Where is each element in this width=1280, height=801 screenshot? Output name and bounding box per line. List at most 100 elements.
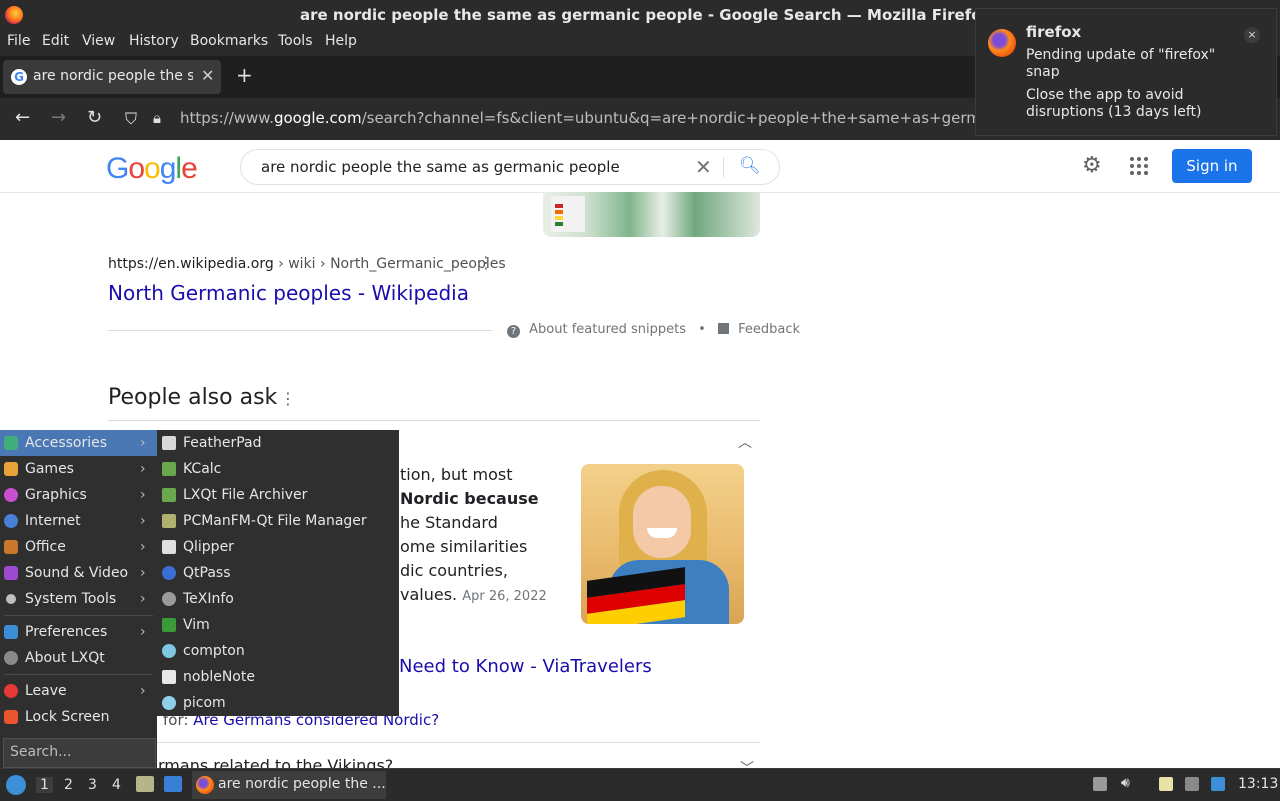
notebook-icon bbox=[162, 670, 176, 684]
url-field[interactable]: https://www.google.com/search?channel=fs… bbox=[180, 109, 980, 127]
notification-close-icon[interactable]: × bbox=[1244, 27, 1260, 43]
tab-google-search[interactable]: G are nordic people the same as germanic… bbox=[3, 60, 221, 94]
about-snippets-link[interactable]: About featured snippets bbox=[529, 322, 686, 337]
tab-close-icon[interactable]: ✕ bbox=[201, 66, 214, 85]
menu-leave[interactable]: Leave › bbox=[0, 678, 157, 704]
network-icon[interactable] bbox=[1185, 777, 1199, 791]
app-texinfo[interactable]: TeXInfo bbox=[157, 586, 399, 612]
app-qlipper[interactable]: Qlipper bbox=[157, 534, 399, 560]
menu-category-graphics[interactable]: Graphics › bbox=[0, 482, 157, 508]
new-tab-icon[interactable]: + bbox=[236, 63, 253, 87]
menu-category-accessories[interactable]: Accessories › bbox=[0, 430, 157, 456]
more-options-icon[interactable]: ⋮ bbox=[280, 389, 296, 408]
chevron-up-icon[interactable]: ︿ bbox=[738, 432, 752, 452]
search-icon[interactable]: 🔍︎ bbox=[739, 156, 761, 176]
answer-image[interactable] bbox=[581, 464, 744, 624]
search-input[interactable]: are nordic people the same as germanic p… bbox=[261, 158, 620, 176]
info-icon bbox=[162, 592, 176, 606]
file-manager-icon[interactable] bbox=[136, 776, 154, 792]
menu-about-lxqt[interactable]: About LXQt bbox=[0, 645, 157, 671]
app-file-archiver[interactable]: LXQt File Archiver bbox=[157, 482, 399, 508]
menu-category-office[interactable]: Office › bbox=[0, 534, 157, 560]
menu-edit[interactable]: Edit bbox=[42, 33, 69, 49]
reload-icon[interactable]: ↻ bbox=[87, 107, 102, 128]
category-label: System Tools bbox=[25, 591, 117, 607]
taskbar-task-firefox[interactable]: are nordic people the ... bbox=[192, 771, 386, 799]
map-image[interactable] bbox=[543, 192, 760, 237]
map-legend bbox=[551, 196, 585, 232]
app-compton[interactable]: compton bbox=[157, 638, 399, 664]
clear-icon[interactable]: ✕ bbox=[695, 155, 712, 179]
qtpass-icon bbox=[162, 566, 176, 580]
chevron-right-icon: › bbox=[140, 435, 146, 451]
google-logo[interactable]: Google bbox=[106, 152, 198, 186]
menu-history[interactable]: History bbox=[129, 33, 179, 49]
answer-source-link[interactable]: Need to Know - ViaTravelers bbox=[399, 656, 652, 677]
volume-icon[interactable]: 🔊︎ bbox=[1121, 775, 1135, 791]
app-qtpass[interactable]: QtPass bbox=[157, 560, 399, 586]
menu-separator bbox=[4, 615, 153, 616]
preferences-label: Preferences bbox=[25, 624, 108, 640]
divider bbox=[108, 742, 760, 743]
chevron-right-icon: › bbox=[140, 683, 146, 699]
internet-icon bbox=[4, 514, 18, 528]
search-box[interactable]: are nordic people the same as germanic p… bbox=[240, 149, 780, 185]
app-label: compton bbox=[183, 643, 245, 659]
menu-view[interactable]: View bbox=[82, 33, 115, 49]
menu-file[interactable]: File bbox=[7, 33, 30, 49]
app-featherpad[interactable]: FeatherPad bbox=[157, 430, 399, 456]
app-kcalc[interactable]: KCalc bbox=[157, 456, 399, 482]
help-icon: ? bbox=[507, 325, 520, 338]
url-domain: google.com bbox=[273, 109, 362, 127]
workspace-1[interactable]: 1 bbox=[36, 777, 53, 793]
sign-in-button[interactable]: Sign in bbox=[1172, 149, 1252, 183]
app-noblenote[interactable]: nobleNote bbox=[157, 664, 399, 690]
workspace-2[interactable]: 2 bbox=[64, 777, 73, 793]
menu-category-sound-video[interactable]: Sound & Video › bbox=[0, 560, 157, 586]
settings-gear-icon[interactable]: ⚙ bbox=[1082, 153, 1102, 178]
drive-icon[interactable] bbox=[1093, 777, 1107, 791]
start-menu-icon[interactable] bbox=[6, 775, 26, 795]
menu-preferences[interactable]: Preferences › bbox=[0, 619, 157, 645]
update-icon[interactable] bbox=[1211, 777, 1225, 791]
chevron-right-icon: › bbox=[140, 591, 146, 607]
menu-category-internet[interactable]: Internet › bbox=[0, 508, 157, 534]
forward-icon[interactable]: → bbox=[51, 107, 66, 128]
menu-bookmarks[interactable]: Bookmarks bbox=[190, 33, 268, 49]
menu-category-system-tools[interactable]: System Tools › bbox=[0, 586, 157, 612]
snippet-line: tion, but most bbox=[400, 465, 513, 484]
menu-help[interactable]: Help bbox=[325, 33, 357, 49]
lock-icon[interactable]: 🔒︎ bbox=[153, 109, 161, 127]
menu-category-games[interactable]: Games › bbox=[0, 456, 157, 482]
app-pcmanfm[interactable]: PCManFM-Qt File Manager bbox=[157, 508, 399, 534]
menu-tools[interactable]: Tools bbox=[278, 33, 313, 49]
folder-icon bbox=[162, 514, 176, 528]
app-picom[interactable]: picom bbox=[157, 690, 399, 716]
app-label: TeXInfo bbox=[183, 591, 234, 607]
clock[interactable]: 13:13 bbox=[1238, 776, 1278, 792]
divider bbox=[108, 330, 492, 331]
more-options-icon[interactable]: ⋮ bbox=[478, 253, 494, 272]
sound-video-icon bbox=[4, 566, 18, 580]
result-title-link[interactable]: North Germanic peoples - Wikipedia bbox=[108, 281, 469, 305]
back-icon[interactable]: ← bbox=[15, 107, 30, 128]
menu-search-field[interactable]: Search... bbox=[3, 738, 156, 768]
feedback-link[interactable]: Feedback bbox=[738, 322, 800, 337]
notification-detail: Close the app to avoid disruptions (13 d… bbox=[1026, 87, 1202, 120]
category-label: Graphics bbox=[25, 487, 87, 503]
dot-separator: • bbox=[698, 322, 706, 337]
gear-icon bbox=[162, 696, 176, 710]
clipboard-icon[interactable] bbox=[1159, 777, 1173, 791]
archive-icon bbox=[162, 488, 176, 502]
category-label: Office bbox=[25, 539, 66, 555]
workspace-3[interactable]: 3 bbox=[88, 777, 97, 793]
show-desktop-icon[interactable] bbox=[164, 776, 182, 792]
snippet-date: Apr 26, 2022 bbox=[462, 589, 547, 604]
update-notification[interactable]: firefox Pending update of "firefox" snap… bbox=[975, 8, 1277, 136]
workspace-4[interactable]: 4 bbox=[112, 777, 121, 793]
google-apps-icon[interactable] bbox=[1130, 157, 1148, 175]
shield-icon[interactable]: ⛉ bbox=[125, 109, 137, 129]
snippet-footer: ? About featured snippets • Feedback bbox=[507, 322, 800, 338]
app-vim[interactable]: Vim bbox=[157, 612, 399, 638]
menu-lock-screen[interactable]: Lock Screen bbox=[0, 704, 157, 730]
